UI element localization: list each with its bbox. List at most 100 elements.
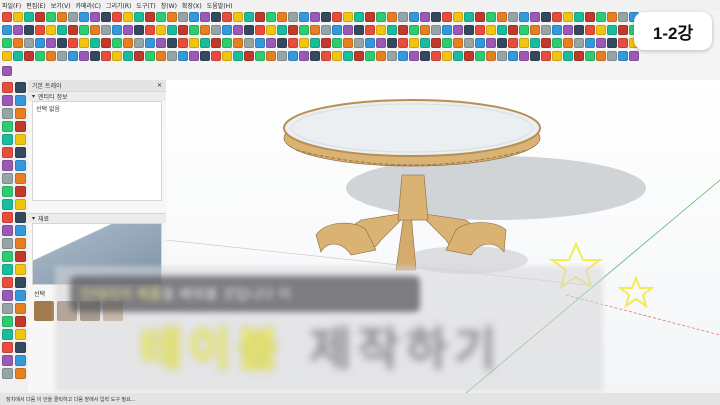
toolbar-tool-icon[interactable] [156,50,166,61]
toolbar-tool-icon[interactable] [68,50,78,61]
toolbar-tool-icon[interactable] [332,24,342,35]
toolbar-tool-icon[interactable] [321,37,331,48]
toolbar-tool-icon[interactable] [90,37,100,48]
toolbar-tool-icon[interactable] [574,50,584,61]
toolbar-tool-icon[interactable] [618,24,628,35]
toolbar-tool-icon[interactable] [2,11,12,22]
toolbar-tool-icon[interactable] [519,11,529,22]
toolbar-tool-icon[interactable] [409,37,419,48]
toolbar-tool-icon[interactable] [585,11,595,22]
toolbar-tool-icon[interactable] [68,24,78,35]
toolbar-tool-icon[interactable] [321,24,331,35]
toolbar-tool-icon[interactable] [299,24,309,35]
toolbar-tool-icon[interactable] [288,11,298,22]
toolbar-tool-icon[interactable] [200,11,210,22]
toolbar-tool-icon[interactable] [453,24,463,35]
toolbar-tool-icon[interactable] [233,50,243,61]
toolbar-tool-icon[interactable] [530,11,540,22]
toolbar-tool-icon[interactable] [387,11,397,22]
toolbar-tool-icon[interactable] [486,37,496,48]
toolbar-tool-icon[interactable] [310,11,320,22]
toolbar-tool-icon[interactable] [310,24,320,35]
toolbar-tool-icon[interactable] [288,37,298,48]
toolbar-tool-icon[interactable] [277,37,287,48]
toolbar-tool-icon[interactable] [354,24,364,35]
toolbar-tool-icon[interactable] [167,50,177,61]
left-tool-icon[interactable] [2,225,13,236]
toolbar-tool-icon[interactable] [453,11,463,22]
toolbar-tool-icon[interactable] [310,50,320,61]
left-tool-icon[interactable] [2,277,13,288]
toolbar-tool-icon[interactable] [79,37,89,48]
toolbar-tool-icon[interactable] [486,24,496,35]
toolbar-tool-icon[interactable] [90,11,100,22]
toolbar-tool-icon[interactable] [607,50,617,61]
toolbar-tool-icon[interactable] [46,24,56,35]
toolbar-tool-icon[interactable] [123,24,133,35]
toolbar-tool-icon[interactable] [255,37,265,48]
toolbar-tool-icon[interactable] [508,24,518,35]
toolbar-tool-icon[interactable] [178,50,188,61]
toolbar-tool-icon[interactable] [123,37,133,48]
toolbar-tool-icon[interactable] [420,24,430,35]
left-tool-icon[interactable] [15,225,26,236]
toolbar-tool-icon[interactable] [343,37,353,48]
toolbar-tool-icon[interactable] [90,50,100,61]
toolbar-tool-icon[interactable] [79,24,89,35]
toolbar-tool-icon[interactable] [365,50,375,61]
toolbar-tool-icon[interactable] [508,11,518,22]
toolbar-tool-icon[interactable] [24,11,34,22]
left-tool-icon[interactable] [2,134,13,145]
toolbar-tool-icon[interactable] [112,37,122,48]
toolbar-tool-icon[interactable] [376,11,386,22]
toolbar-tool-icon[interactable] [134,24,144,35]
toolbar-tool-icon[interactable] [354,11,364,22]
toolbar-tool-icon[interactable] [519,24,529,35]
toolbar-tool-icon[interactable] [453,37,463,48]
toolbar-tool-icon[interactable] [530,24,540,35]
toolbar-tool-icon[interactable] [574,24,584,35]
left-tool-icon[interactable] [15,368,26,379]
toolbar-tool-icon[interactable] [134,50,144,61]
toolbar-tool-icon[interactable] [222,11,232,22]
left-tool-icon[interactable] [2,329,13,340]
toolbar-tool-icon[interactable] [563,24,573,35]
toolbar-tool-icon[interactable] [288,50,298,61]
toolbar-tool-icon[interactable] [101,37,111,48]
toolbar-tool-icon[interactable] [244,24,254,35]
toolbar-tool-icon[interactable] [266,11,276,22]
toolbar-tool-icon[interactable] [365,11,375,22]
left-tool-icon[interactable] [15,173,26,184]
toolbar-tool-icon[interactable] [552,11,562,22]
toolbar-tool-icon[interactable] [475,50,485,61]
toolbar-tool-icon[interactable] [354,50,364,61]
toolbar-tool-icon[interactable] [156,37,166,48]
toolbar-tool-icon[interactable] [288,24,298,35]
toolbar-tool-icon[interactable] [541,11,551,22]
toolbar-tool-icon[interactable] [167,24,177,35]
toolbar-tool-icon[interactable] [585,24,595,35]
toolbar-tool-icon[interactable] [35,37,45,48]
toolbar-tool-icon[interactable] [387,50,397,61]
toolbar-tool-icon[interactable] [431,50,441,61]
toolbar-tool-icon[interactable] [123,50,133,61]
toolbar-tool-icon[interactable] [552,37,562,48]
toolbar-tool-icon[interactable] [607,24,617,35]
toolbar-tool-icon[interactable] [277,50,287,61]
left-tool-icon[interactable] [15,199,26,210]
menu-help[interactable]: 도움말(H) [207,1,233,10]
toolbar-tool-icon[interactable] [2,37,12,48]
toolbar-tool-icon[interactable] [409,50,419,61]
left-tool-icon[interactable] [15,95,26,106]
toolbar-tool-icon[interactable] [343,24,353,35]
toolbar-tool-icon[interactable] [145,11,155,22]
left-tool-icon[interactable] [2,251,13,262]
left-tool-icon[interactable] [15,212,26,223]
toolbar-tool-icon[interactable] [475,24,485,35]
toolbar-tool-icon[interactable] [486,50,496,61]
toolbar-tool-icon[interactable] [585,37,595,48]
toolbar-tool-icon[interactable] [277,24,287,35]
left-tool-icon[interactable] [15,251,26,262]
toolbar-tool-icon[interactable] [332,37,342,48]
toolbar-tool-icon[interactable] [497,37,507,48]
